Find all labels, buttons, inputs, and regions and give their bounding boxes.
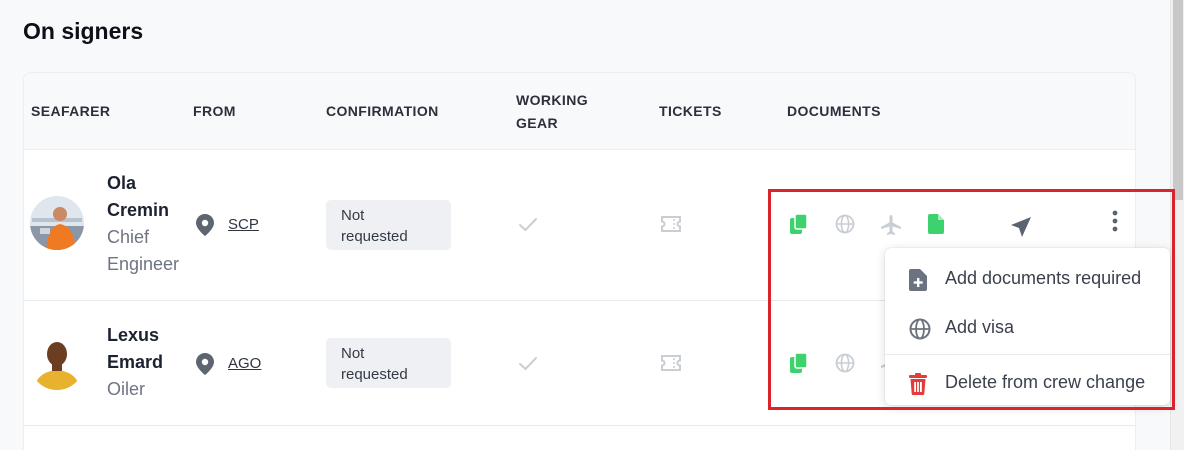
- menu-item-label: Add documents required: [945, 268, 1142, 288]
- header-documents: DOCUMENTS: [787, 103, 881, 119]
- airplane-icon[interactable]: [880, 214, 902, 236]
- header-seafarer: SEAFARER: [31, 103, 111, 119]
- menu-item-delete-from-crew-change[interactable]: Delete from crew change: [885, 357, 1170, 407]
- globe-icon[interactable]: [835, 353, 855, 373]
- seafarer-first-name: Lexus: [107, 325, 160, 345]
- globe-icon: [909, 318, 931, 340]
- seafarer-last-name: Cremin: [107, 200, 170, 220]
- globe-icon[interactable]: [835, 214, 855, 234]
- location-pin-icon: [196, 214, 214, 236]
- avatar: [30, 196, 84, 250]
- header-confirmation: CONFIRMATION: [326, 103, 439, 119]
- trash-icon: [909, 373, 927, 395]
- seafarer-last-name: Emard: [107, 352, 164, 372]
- table-header: SEAFARER FROM CONFIRMATION WORKING GEAR …: [24, 73, 1135, 150]
- header-from: FROM: [193, 103, 236, 119]
- check-icon: [519, 218, 537, 232]
- scrollbar[interactable]: [1170, 0, 1184, 450]
- row-actions-menu: Add documents required Add visa Delete f…: [885, 248, 1170, 405]
- menu-item-label: Add visa: [945, 317, 1015, 337]
- menu-item-add-documents-required[interactable]: Add documents required: [885, 253, 1170, 303]
- header-working-gear: WORKING GEAR: [516, 92, 589, 131]
- seafarer-rank: Oiler: [107, 379, 146, 399]
- from-port-link[interactable]: SCP: [228, 216, 259, 233]
- avatar: [30, 336, 84, 390]
- documents-copy-icon[interactable]: [790, 214, 808, 234]
- send-icon[interactable]: [1010, 216, 1032, 238]
- document-file-icon[interactable]: [928, 214, 944, 234]
- seafarer-rank-line-2: Engineer: [107, 254, 180, 274]
- more-options-icon[interactable]: [1112, 210, 1118, 232]
- menu-divider: [885, 354, 1170, 355]
- confirmation-status-badge: Not requested: [326, 200, 451, 250]
- ticket-icon: [661, 355, 681, 371]
- file-plus-icon: [909, 269, 927, 291]
- from-port-link[interactable]: AGO: [228, 355, 261, 372]
- page-title: On signers: [23, 18, 144, 44]
- check-icon: [519, 357, 537, 371]
- seafarer-first-name: Ola: [107, 173, 137, 193]
- location-pin-icon: [196, 353, 214, 375]
- confirmation-status-badge: Not requested: [326, 338, 451, 388]
- menu-item-add-visa[interactable]: Add visa: [885, 302, 1170, 352]
- menu-item-label: Delete from crew change: [945, 372, 1146, 392]
- scrollbar-thumb[interactable]: [1173, 0, 1183, 200]
- seafarer-rank: Chief: [107, 227, 150, 247]
- header-tickets: TICKETS: [659, 103, 722, 119]
- ticket-icon: [661, 216, 681, 232]
- documents-copy-icon[interactable]: [790, 353, 808, 373]
